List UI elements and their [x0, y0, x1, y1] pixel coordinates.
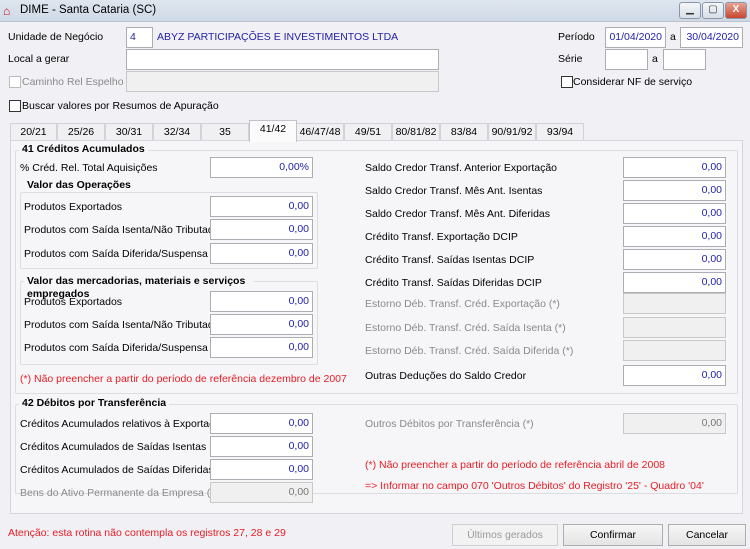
- group-42-title: 42 Débitos por Transferência: [19, 397, 170, 410]
- group-41-title: 41 Créditos Acumulados: [19, 143, 148, 156]
- periodo-from-input[interactable]: 01/04/2020: [605, 27, 666, 48]
- right-7-label: Estorno Déb. Transf. Créd. Saída Isenta …: [365, 322, 566, 334]
- outros-debitos-label: Outros Débitos por Transferência (*): [365, 418, 534, 430]
- right-7-input[interactable]: [623, 317, 726, 338]
- unidade-input[interactable]: 4: [126, 27, 153, 48]
- ultimos-gerados-button[interactable]: Últimos gerados: [452, 524, 558, 546]
- g42-1-input[interactable]: 0,00: [210, 436, 313, 457]
- buscar-valores-label: Buscar valores por Resumos de Apuração: [22, 100, 219, 112]
- group-valor-operacoes-title: Valor das Operações: [24, 179, 134, 192]
- periodo-label: Período: [558, 31, 595, 43]
- pct-cred-input[interactable]: 0,00%: [210, 157, 313, 178]
- tab-90-91-92[interactable]: 90/91/92: [488, 123, 536, 141]
- serie-to-input[interactable]: [663, 49, 706, 70]
- minimize-button[interactable]: ▁: [679, 2, 701, 19]
- close-button[interactable]: X: [725, 2, 747, 19]
- right-4-input[interactable]: 0,00: [623, 249, 726, 270]
- serie-label: Série: [558, 53, 583, 65]
- tab-25-26[interactable]: 25/26: [57, 123, 105, 141]
- ops-2-input[interactable]: 0,00: [210, 243, 313, 264]
- local-label: Local a gerar: [8, 53, 70, 65]
- g42-1-label: Créditos Acumulados de Saídas Isentas: [20, 441, 207, 453]
- periodo-to-input[interactable]: 30/04/2020: [680, 27, 743, 48]
- right-0-label: Saldo Credor Transf. Anterior Exportação: [365, 162, 558, 174]
- tab-32-34[interactable]: 32/34: [153, 123, 201, 141]
- tab-35[interactable]: 35: [201, 123, 249, 141]
- merc-1-input[interactable]: 0,00: [210, 314, 313, 335]
- tab-30-31[interactable]: 30/31: [105, 123, 153, 141]
- g42-0-label: Créditos Acumulados relativos à Exportaç…: [20, 418, 227, 430]
- title-bar: ⌂ DIME - Santa Cataria (SC) ▁ ▢ X: [0, 0, 750, 22]
- pct-cred-label: % Créd. Rel. Total Aquisições: [20, 162, 158, 174]
- g42-2-input[interactable]: 0,00: [210, 459, 313, 480]
- confirmar-button[interactable]: Confirmar: [563, 524, 663, 546]
- footer-warning: Atenção: esta rotina não contempla os re…: [8, 527, 286, 539]
- unidade-label: Unidade de Negócio: [8, 31, 104, 43]
- tab-46-47-48[interactable]: 46/47/48: [296, 123, 344, 141]
- right-3-input[interactable]: 0,00: [623, 226, 726, 247]
- ops-0-label: Produtos Exportados: [24, 201, 123, 213]
- ops-0-input[interactable]: 0,00: [210, 196, 313, 217]
- tab-93-94[interactable]: 93/94: [536, 123, 584, 141]
- merc-2-input[interactable]: 0,00: [210, 337, 313, 358]
- considerar-nf-label: Considerar NF de serviço: [573, 76, 693, 88]
- right-1-label: Saldo Credor Transf. Mês Ant. Isentas: [365, 185, 543, 197]
- right-5-input[interactable]: 0,00: [623, 272, 726, 293]
- g42-3-label: Bens do Ativo Permanente da Empresa (*): [20, 487, 218, 499]
- merc-0-label: Produtos Exportados: [24, 296, 123, 308]
- right-1-input[interactable]: 0,00: [623, 180, 726, 201]
- periodo-sep: a: [670, 31, 676, 43]
- ops-2-label: Produtos com Saída Diferida/Suspensa: [24, 248, 208, 260]
- merc-1-label: Produtos com Saída Isenta/Não Tributada: [24, 319, 220, 331]
- g41-note: (*) Não preencher a partir do período de…: [20, 373, 347, 385]
- caminho-input[interactable]: [126, 71, 439, 92]
- right-8-label: Estorno Déb. Transf. Créd. Saída Diferid…: [365, 345, 574, 357]
- right-9-label: Outras Deduções do Saldo Credor: [365, 370, 527, 382]
- right-4-label: Crédito Transf. Saídas Isentas DCIP: [365, 254, 535, 266]
- ops-1-input[interactable]: 0,00: [210, 219, 313, 240]
- tab-83-84[interactable]: 83/84: [440, 123, 488, 141]
- tab-49-51[interactable]: 49/51: [344, 123, 392, 141]
- right-3-label: Crédito Transf. Exportação DCIP: [365, 231, 518, 243]
- tab-41-42[interactable]: 41/42: [249, 120, 297, 142]
- tab-20-21[interactable]: 20/21: [10, 123, 57, 141]
- right-2-label: Saldo Credor Transf. Mês Ant. Diferidas: [365, 208, 550, 220]
- caminho-label: Caminho Rel Espelho: [22, 76, 124, 88]
- maximize-button[interactable]: ▢: [702, 2, 724, 19]
- right-0-input[interactable]: 0,00: [623, 157, 726, 178]
- right-9-input[interactable]: 0,00: [623, 365, 726, 386]
- cancelar-button[interactable]: Cancelar: [668, 524, 746, 546]
- right-6-input[interactable]: [623, 293, 726, 314]
- serie-from-input[interactable]: [605, 49, 648, 70]
- caminho-checkbox[interactable]: [9, 76, 21, 88]
- g42-3-input[interactable]: 0,00: [210, 482, 313, 503]
- merc-2-label: Produtos com Saída Diferida/Suspensa: [24, 342, 208, 354]
- window-title: DIME - Santa Cataria (SC): [20, 4, 157, 16]
- right-5-label: Crédito Transf. Saídas Diferidas DCIP: [365, 277, 542, 289]
- unidade-name: ABYZ PARTICIPAÇÕES E INVESTIMENTOS LTDA: [157, 31, 399, 43]
- g42-2-label: Créditos Acumulados de Saídas Diferidas: [20, 464, 214, 476]
- g42-0-input[interactable]: 0,00: [210, 413, 313, 434]
- buscar-valores-checkbox[interactable]: [9, 100, 21, 112]
- ops-1-label: Produtos com Saída Isenta/Não Tributada: [24, 224, 220, 236]
- tab-80-81-82[interactable]: 80/81/82: [392, 123, 440, 141]
- g42-note-2: => Informar no campo 070 'Outros Débitos…: [365, 480, 704, 492]
- right-2-input[interactable]: 0,00: [623, 203, 726, 224]
- right-6-label: Estorno Déb. Transf. Créd. Exportação (*…: [365, 298, 560, 310]
- merc-0-input[interactable]: 0,00: [210, 291, 313, 312]
- serie-sep: a: [652, 53, 658, 65]
- considerar-nf-checkbox[interactable]: [561, 76, 573, 88]
- right-8-input[interactable]: [623, 340, 726, 361]
- outros-debitos-input[interactable]: 0,00: [623, 413, 726, 434]
- app-icon: ⌂: [3, 4, 11, 18]
- g42-note-1: (*) Não preencher a partir do período de…: [365, 459, 666, 471]
- local-input[interactable]: [126, 49, 439, 70]
